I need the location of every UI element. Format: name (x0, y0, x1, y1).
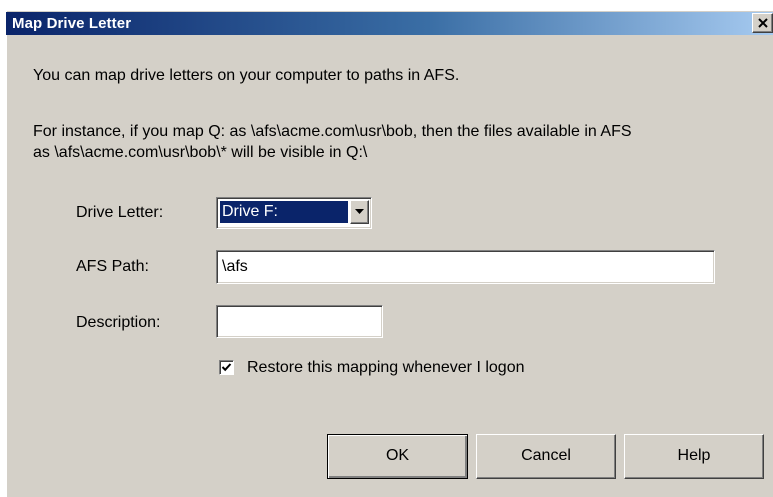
close-icon (758, 18, 768, 28)
cancel-button[interactable]: Cancel (476, 434, 616, 479)
drive-letter-label: Drive Letter: (76, 204, 164, 221)
restore-mapping-label[interactable]: Restore this mapping whenever I logon (247, 358, 525, 378)
drive-letter-selected-value: Drive F: (220, 201, 348, 223)
dropdown-arrow-button[interactable] (350, 200, 369, 224)
description-label: Description: (76, 314, 161, 331)
afs-path-value: \afs (222, 258, 248, 275)
afs-path-input[interactable]: \afs (216, 250, 715, 284)
ok-button[interactable]: OK (327, 434, 468, 479)
window-title: Map Drive Letter (12, 15, 132, 32)
checkmark-icon (221, 363, 232, 372)
close-button[interactable] (752, 13, 773, 33)
intro-text-line3: as \afs\acme.com\usr\bob\* will be visib… (33, 144, 368, 161)
drive-letter-select[interactable]: Drive F: (216, 197, 372, 229)
restore-mapping-checkbox[interactable] (219, 360, 234, 375)
description-input[interactable] (216, 305, 383, 338)
title-bar[interactable]: Map Drive Letter (6, 12, 773, 35)
intro-text-line1: You can map drive letters on your comput… (33, 67, 460, 84)
chevron-down-icon (355, 209, 364, 214)
afs-path-label: AFS Path: (76, 258, 149, 275)
intro-text-line2: For instance, if you map Q: as \afs\acme… (33, 123, 632, 140)
help-button[interactable]: Help (624, 434, 764, 479)
